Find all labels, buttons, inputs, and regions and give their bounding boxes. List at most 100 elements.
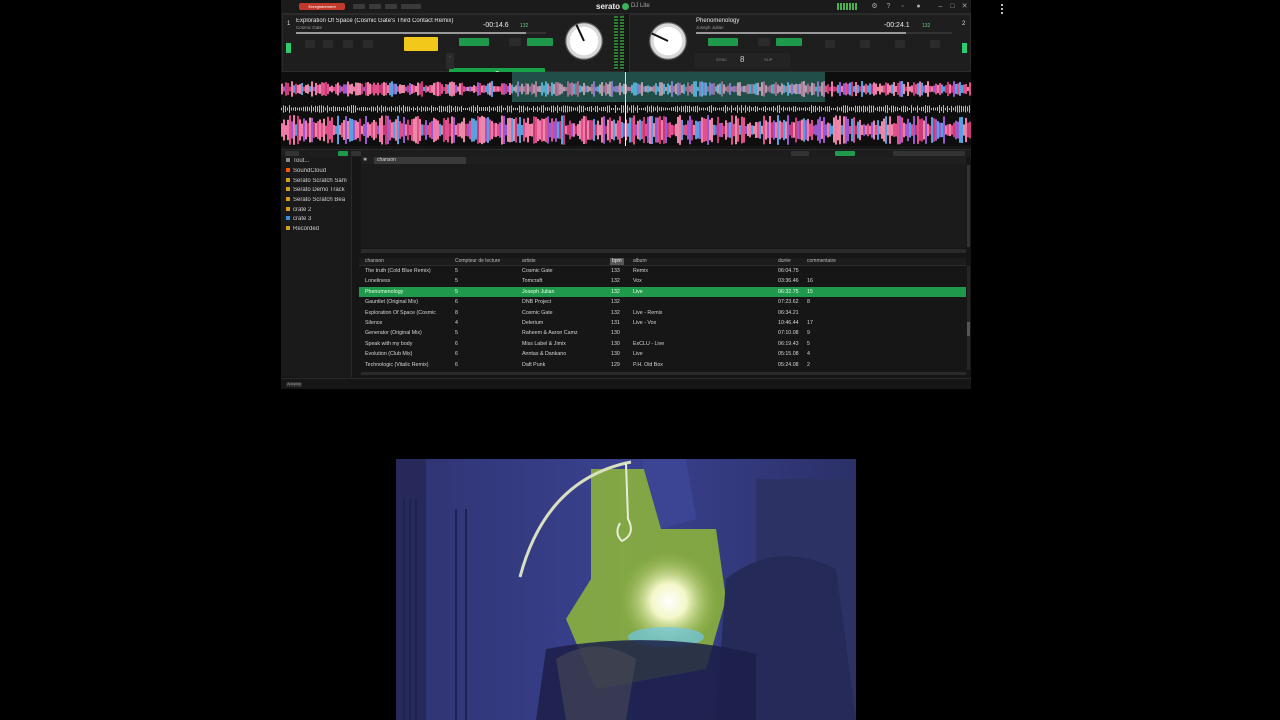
files-button[interactable] — [791, 151, 809, 156]
pitch-left-icon[interactable]: ‹ — [446, 53, 454, 69]
toolbar-button[interactable] — [385, 4, 397, 9]
table-row[interactable]: The truth (Cold Blue Remix) 5 Cosmic Gate 1… — [359, 266, 966, 276]
cell-album: ExCLU - Live — [633, 340, 665, 347]
sidebar-item-crate[interactable]: Serato Demo Track — [286, 187, 350, 193]
slip-button[interactable]: SLIP — [764, 57, 773, 62]
sidebar-item-all[interactable]: Tout... — [286, 158, 350, 164]
horizontal-scrollbar[interactable] — [361, 372, 966, 375]
cell-duration: 06:04.75 — [778, 268, 799, 274]
cell-duration: 05:15.08 — [778, 351, 799, 358]
help-icon[interactable]: ? — [885, 3, 892, 10]
cell-duration: 05:24.08 — [778, 361, 799, 368]
deck-number: 2 — [962, 21, 966, 27]
cell-artist: Miss Label & Jimix — [522, 340, 566, 347]
sidebar-item-crate[interactable]: Serato Scratch Bea — [286, 197, 350, 203]
record-button[interactable]: Enregistrement — [299, 3, 345, 10]
minimize-icon[interactable]: – — [937, 3, 944, 10]
view-mode-button[interactable] — [351, 151, 361, 156]
search-input[interactable] — [893, 151, 965, 156]
sidebar-item-crate[interactable]: crate 2 — [286, 207, 350, 213]
sidebar-item-crate[interactable]: crate 3 — [286, 216, 350, 222]
play-button[interactable] — [527, 38, 553, 46]
maximize-icon[interactable]: □ — [949, 3, 956, 10]
deck-pitch-range: 8 — [740, 55, 745, 64]
cell-count: 4 — [455, 319, 458, 326]
cue-button[interactable] — [708, 38, 738, 46]
scrollbar-thumb[interactable] — [967, 322, 970, 336]
column-header-song[interactable]: chanson — [365, 258, 384, 265]
column-header-album[interactable]: album — [633, 258, 647, 265]
column-header-artist[interactable]: artiste — [522, 258, 536, 265]
cue-pad[interactable] — [930, 40, 940, 48]
play-button[interactable] — [776, 38, 802, 46]
deck-right-sync-bar[interactable]: SYNC 8 SLIP — [694, 53, 790, 68]
cue-pad[interactable] — [825, 40, 835, 48]
column-header-duration[interactable]: durée — [778, 258, 791, 265]
sidebar-item-crate[interactable]: Serato Scratch Sam — [286, 178, 350, 184]
table-row[interactable]: Generator (Original Mix) 5 Raheem & Aaron … — [359, 328, 966, 338]
table-row[interactable]: Silence 4 Delerium 131 Live - Vox 10:46.44 17 — [359, 318, 966, 328]
cell-artist: DNB Project — [522, 299, 552, 306]
cue-pad[interactable] — [305, 40, 315, 48]
deck-left-platter[interactable] — [564, 21, 604, 61]
cell-artist: Delerium — [522, 319, 544, 326]
crate-icon — [286, 187, 290, 192]
table-row[interactable]: Gauntlet (Original Mix) 6 DNB Project 132 07… — [359, 297, 966, 307]
cell-artist: Cosmic Gate — [522, 268, 553, 274]
cell-duration: 07:10.08 — [778, 330, 799, 337]
autoplay-button[interactable]: Autoplay — [286, 382, 302, 387]
cell-artist: Cosmic Gate — [522, 309, 553, 316]
deck-progress[interactable] — [696, 32, 952, 34]
user-icon[interactable]: ● — [915, 3, 922, 10]
toolbar-button[interactable] — [353, 4, 365, 9]
prepare-pane[interactable] — [361, 164, 966, 248]
table-row[interactable]: Phenomenology 5 Joseph Julian 132 Live 06:32.… — [359, 286, 966, 298]
sidebar-item-soundcloud[interactable]: SoundCloud — [286, 168, 350, 174]
cue-button[interactable] — [459, 38, 489, 46]
cell-comment: 16 — [807, 278, 813, 285]
pane-splitter[interactable] — [361, 249, 966, 253]
toolbar-button[interactable] — [401, 4, 421, 9]
cue-pad[interactable] — [363, 40, 373, 48]
deck-right-platter[interactable] — [648, 21, 688, 61]
crate-icon — [286, 207, 290, 212]
column-header-bpm[interactable]: bpm — [610, 258, 624, 265]
browse-button[interactable] — [835, 151, 855, 156]
cell-song: Loneliness — [365, 278, 391, 285]
serato-dj-window: Enregistrement serato DJ Lite ⚙ ? ◦ ● – … — [281, 0, 971, 389]
scrollbar[interactable] — [967, 266, 970, 370]
midi-icon[interactable]: ◦ — [899, 3, 906, 10]
cue-pad[interactable] — [323, 40, 333, 48]
scrollbar[interactable] — [967, 165, 970, 247]
deck-progress[interactable] — [296, 32, 546, 34]
cue-pad[interactable] — [860, 40, 870, 48]
crate-sidebar: Tout... SoundCloud Serato Scratch Sam Se… — [281, 157, 352, 377]
vu-meter-left — [614, 16, 618, 70]
star-icon[interactable]: ✱ — [363, 157, 367, 164]
cue-pad[interactable] — [343, 40, 353, 48]
close-icon[interactable]: ✕ — [961, 3, 968, 10]
table-row[interactable]: Exploration Of Space (Cosmic 8 Cosmic Gate… — [359, 308, 966, 318]
view-mode-button[interactable] — [338, 151, 348, 156]
column-header-comment[interactable]: commentaire — [807, 258, 836, 265]
cue-pad[interactable] — [895, 40, 905, 48]
settings-icon[interactable]: ⚙ — [871, 3, 878, 10]
table-row[interactable]: Loneliness 5 Tomcraft 132 Vox 03:36.46 16 — [359, 276, 966, 286]
table-row[interactable]: Technologic (Vitalic Remix) 6 Daft Punk 129… — [359, 360, 966, 370]
sync-button[interactable]: SYNC — [716, 57, 727, 62]
toolbar-button[interactable] — [369, 4, 381, 9]
cell-artist: Daft Punk — [522, 361, 546, 368]
hot-cue-pad[interactable] — [404, 37, 438, 51]
more-options-icon[interactable] — [1001, 4, 1003, 16]
library-toggle-button[interactable] — [285, 151, 299, 156]
column-header-song[interactable]: chanson — [374, 157, 466, 164]
column-header-playcount[interactable]: Compteur de lecture — [455, 258, 500, 265]
table-row[interactable]: Evolution (Club Mix) 6 Anntas & Dankano 130… — [359, 349, 966, 359]
table-row[interactable]: Speak with my body 6 Miss Label & Jimix 130… — [359, 339, 966, 349]
deck-left: 1 Exploration Of Space (Cosmic Gate's Th… — [282, 14, 624, 83]
cell-count: 6 — [455, 351, 458, 358]
loop-button[interactable] — [509, 38, 521, 46]
loop-button[interactable] — [758, 38, 770, 46]
product-name: DJ Lite — [631, 3, 650, 9]
sidebar-item-recorded[interactable]: Recorded — [286, 226, 350, 232]
